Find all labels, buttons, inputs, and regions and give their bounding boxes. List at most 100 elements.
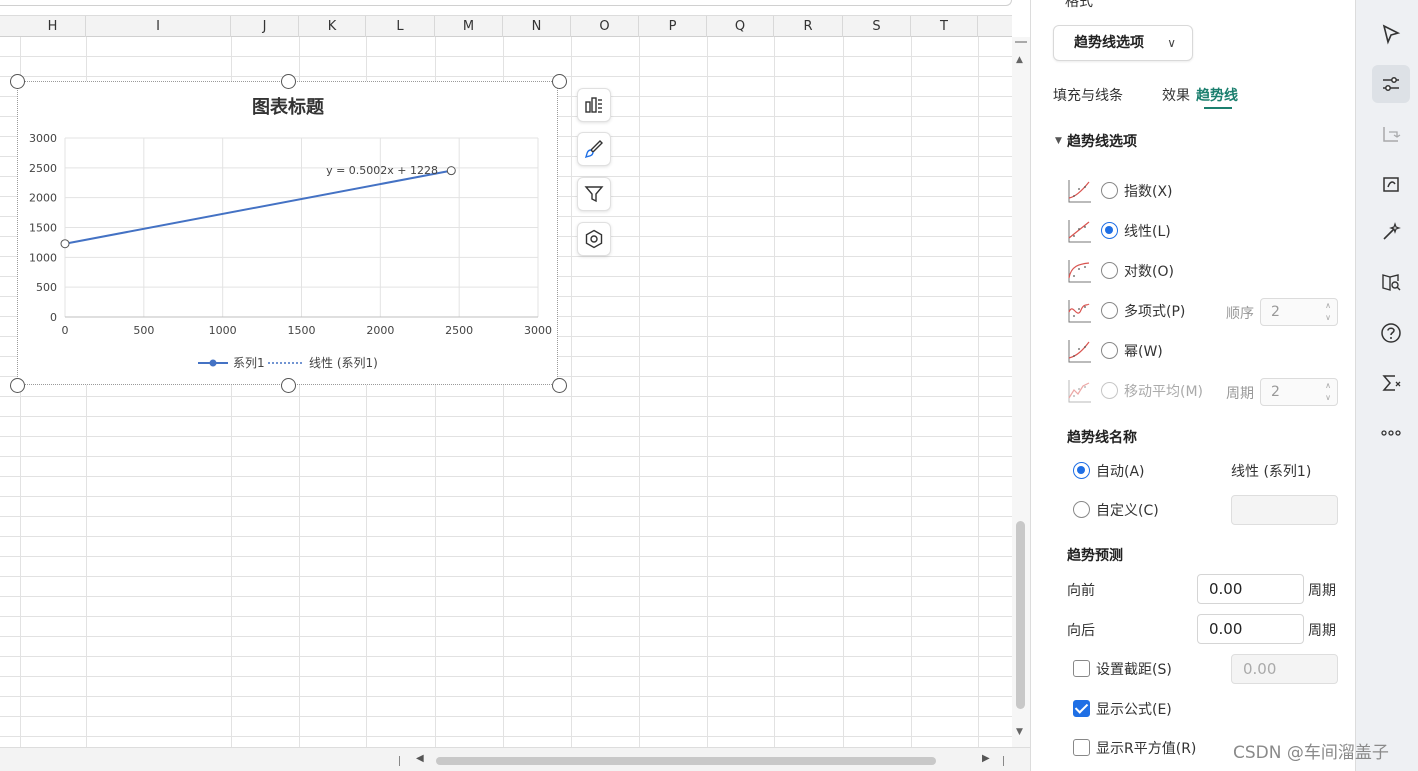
chart-filter-button[interactable]: [577, 177, 611, 211]
resize-handle-bottom-right[interactable]: [552, 378, 567, 393]
column-header-o[interactable]: O: [571, 16, 639, 37]
trend-options-header[interactable]: 趋势线选项: [1067, 131, 1137, 151]
select-tool-button[interactable]: [1372, 15, 1410, 53]
horizontal-scroll-thumb[interactable]: [436, 757, 936, 765]
period-spinner[interactable]: 2 ∧ ∨: [1260, 378, 1338, 406]
column-header-k[interactable]: K: [299, 16, 366, 37]
chart-style-panel-button[interactable]: [1372, 165, 1410, 203]
chart-elements-button[interactable]: [577, 88, 611, 122]
format-settings-button[interactable]: [1372, 65, 1410, 103]
magic-tools-button[interactable]: [1372, 213, 1410, 251]
trend-type-radio[interactable]: [1101, 342, 1118, 359]
custom-name-radio[interactable]: [1073, 501, 1090, 518]
trend-type-radio[interactable]: [1101, 182, 1118, 199]
horizontal-scrollbar[interactable]: ◀ ▶: [0, 747, 1030, 771]
trend-type-radio[interactable]: [1101, 382, 1118, 399]
spin-down-icon[interactable]: ∨: [1325, 313, 1331, 323]
auto-name-value: 线性 (系列1): [1231, 464, 1312, 480]
intercept-checkbox[interactable]: [1073, 660, 1090, 677]
resize-handle-top-left[interactable]: [10, 74, 25, 89]
custom-name-label[interactable]: 自定义(C): [1096, 500, 1159, 520]
scroll-left-arrow-icon[interactable]: ◀: [416, 753, 424, 764]
scroll-down-arrow-icon[interactable]: ▼: [1016, 727, 1023, 737]
spin-down-icon[interactable]: ∨: [1325, 393, 1331, 403]
chart-object[interactable]: 图表标题 0 500 1000 1500 2000 2500 3000 0 500 1000 1500…: [17, 81, 558, 385]
column-header-j[interactable]: J: [231, 16, 299, 37]
trend-type-label[interactable]: 对数(O): [1124, 261, 1174, 281]
order-spinner[interactable]: 2 ∧ ∨: [1260, 298, 1338, 326]
resize-handle-bottom-left[interactable]: [10, 378, 25, 393]
trend-type-label[interactable]: 指数(X): [1124, 181, 1173, 201]
forecast-header: 趋势预测: [1067, 548, 1123, 564]
auto-name-label[interactable]: 自动(A): [1096, 461, 1145, 481]
column-header-q[interactable]: Q: [707, 16, 774, 37]
chart-style-button[interactable]: [577, 132, 611, 166]
intercept-value: 0.00: [1243, 660, 1277, 678]
collapse-triangle-icon[interactable]: ▼: [1055, 136, 1062, 146]
column-header-r[interactable]: R: [774, 16, 843, 37]
resize-handle-top[interactable]: [281, 74, 296, 89]
trend-type-radio[interactable]: [1101, 222, 1118, 239]
palette-icon: [1383, 177, 1399, 192]
custom-name-input[interactable]: [1231, 495, 1338, 525]
show-r-squared-label[interactable]: 显示R平方值(R): [1096, 738, 1196, 758]
column-header-h[interactable]: H: [20, 16, 86, 37]
question-circle-icon: [1381, 323, 1401, 343]
switch-axes-button[interactable]: [1372, 115, 1410, 153]
chart-title: 图表标题: [252, 96, 325, 118]
tab-effects[interactable]: 效果: [1162, 85, 1190, 105]
options-dropdown[interactable]: 趋势线选项 ∨: [1053, 25, 1193, 61]
x-tick-label: 2500: [445, 324, 473, 337]
more-button[interactable]: [1372, 414, 1410, 452]
x-tick-label: 0: [62, 324, 69, 337]
trend-type-label[interactable]: 幂(W): [1124, 341, 1163, 361]
column-header-i[interactable]: I: [86, 16, 231, 37]
column-header-row: HIJKLMNOPQRST: [0, 15, 1012, 37]
spin-up-icon[interactable]: ∧: [1325, 381, 1331, 391]
forward-input[interactable]: 0.00: [1197, 574, 1304, 604]
vertical-scroll-thumb[interactable]: [1016, 521, 1025, 709]
series-point: [60, 239, 70, 249]
intercept-input[interactable]: 0.00: [1231, 654, 1338, 684]
trend-type-radio[interactable]: [1101, 302, 1118, 319]
trend-type-icon: [1068, 380, 1091, 403]
trend-type-label[interactable]: 多项式(P): [1124, 301, 1185, 321]
trend-type-icon: [1068, 180, 1091, 203]
scroll-split-handle[interactable]: [1015, 41, 1027, 43]
column-header-n[interactable]: N: [503, 16, 571, 37]
column-header-s[interactable]: S: [843, 16, 911, 37]
trend-type-label[interactable]: 移动平均(M): [1124, 381, 1203, 401]
trend-type-label[interactable]: 线性(L): [1124, 221, 1171, 241]
spin-up-icon[interactable]: ∧: [1325, 301, 1331, 311]
y-tick-label: 1000: [29, 251, 57, 264]
column-header-l[interactable]: L: [366, 16, 435, 37]
formula-button[interactable]: [1372, 364, 1410, 402]
book-search-button[interactable]: [1372, 263, 1410, 301]
trend-type-radio[interactable]: [1101, 262, 1118, 279]
help-button[interactable]: [1372, 314, 1410, 352]
y-tick-label: 500: [36, 281, 57, 294]
show-r-squared-checkbox[interactable]: [1073, 739, 1090, 756]
vertical-scrollbar[interactable]: ▲ ▼: [1012, 37, 1030, 747]
right-toolbar: [1355, 0, 1418, 771]
column-header-p[interactable]: P: [639, 16, 707, 37]
y-tick-label: 1500: [29, 222, 57, 235]
tab-fill-line[interactable]: 填充与线条: [1053, 85, 1123, 105]
auto-name-radio[interactable]: [1073, 462, 1090, 479]
show-equation-label[interactable]: 显示公式(E): [1096, 699, 1172, 719]
resize-handle-top-right[interactable]: [552, 74, 567, 89]
sigma-icon: [1382, 375, 1401, 391]
spreadsheet-area[interactable]: HIJKLMNOPQRST ▲ ▼ ◀ ▶ 图表标题 0 500 1000 1500 20…: [0, 0, 1030, 771]
resize-handle-bottom[interactable]: [281, 378, 296, 393]
scroll-right-arrow-icon[interactable]: ▶: [982, 753, 990, 764]
chart-settings-button[interactable]: [577, 222, 611, 256]
scroll-up-arrow-icon[interactable]: ▲: [1016, 55, 1023, 65]
tab-trendline[interactable]: 趋势线: [1196, 85, 1238, 105]
intercept-label[interactable]: 设置截距(S): [1096, 659, 1172, 679]
backward-input[interactable]: 0.00: [1197, 614, 1304, 644]
column-header-m[interactable]: M: [435, 16, 503, 37]
show-equation-checkbox[interactable]: [1073, 700, 1090, 717]
pane-header-controls[interactable]: · ·: [1281, 0, 1300, 6]
sliders-icon: [1383, 77, 1399, 91]
column-header-t[interactable]: T: [911, 16, 978, 37]
